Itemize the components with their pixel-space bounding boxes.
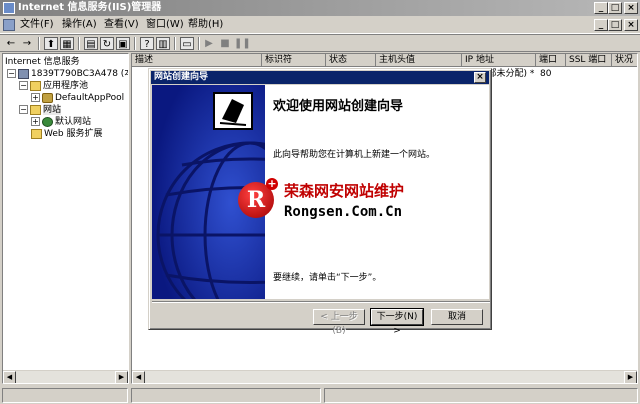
- cancel-button[interactable]: 取消: [431, 309, 483, 325]
- toolbar-separator: [38, 37, 40, 50]
- folder-icon: [30, 80, 41, 91]
- list-hscrollbar[interactable]: ◀ ▶: [132, 370, 637, 383]
- toolbar-separator: [174, 37, 176, 50]
- up-folder-icon[interactable]: ⬆: [44, 37, 58, 50]
- watermark-plus-icon: +: [266, 177, 278, 190]
- toolbar-separator: [198, 37, 200, 50]
- tree-app-pools[interactable]: − 应用程序池: [19, 80, 88, 92]
- collapse-icon[interactable]: −: [7, 69, 16, 78]
- scroll-right-icon[interactable]: ▶: [115, 371, 128, 383]
- refresh-icon[interactable]: ↻: [100, 37, 114, 50]
- child-restore-button[interactable]: □: [608, 19, 622, 31]
- watermark: R + 荣森网安网站维护 Rongsen.Com.Cn: [238, 178, 478, 228]
- menu-window[interactable]: 窗口(W): [146, 18, 184, 32]
- row-port-cell: 80: [540, 69, 552, 79]
- menu-file[interactable]: 文件(F): [20, 18, 54, 32]
- window-title: Internet 信息服务(IIS)管理器: [18, 2, 162, 13]
- collapse-icon[interactable]: −: [19, 105, 28, 114]
- window-titlebar[interactable]: Internet 信息服务(IIS)管理器 _ □ ×: [0, 0, 640, 16]
- col-ssl-port[interactable]: SSL 端口: [566, 54, 612, 67]
- wizard-titlebar[interactable]: 网站创建向导 ×: [151, 71, 489, 84]
- computer-icon: [18, 68, 29, 79]
- col-ip-address[interactable]: IP 地址: [462, 54, 536, 67]
- pause-icon[interactable]: ❚❚: [234, 37, 251, 50]
- tree-web-ext-label: Web 服务扩展: [44, 129, 103, 139]
- scroll-right-icon[interactable]: ▶: [624, 371, 637, 383]
- wizard-separator: [152, 301, 490, 303]
- tree-default-site-label: 默认网站: [55, 117, 92, 127]
- tree-root-label: Internet 信息服务: [5, 57, 80, 67]
- menu-help[interactable]: 帮助(H): [188, 18, 223, 32]
- col-identifier[interactable]: 标识符: [262, 54, 326, 67]
- globe-icon: [42, 116, 53, 127]
- collapse-icon[interactable]: −: [19, 81, 28, 90]
- tree-default-pool[interactable]: + DefaultAppPool: [31, 92, 124, 104]
- status-panel: [324, 388, 638, 403]
- show-tree-icon[interactable]: ▦: [60, 37, 74, 50]
- tree-default-site[interactable]: + 默认网站: [31, 116, 91, 128]
- export-list-icon[interactable]: ▣: [116, 37, 130, 50]
- col-host-header[interactable]: 主机头值: [376, 54, 462, 67]
- watermark-en-text: Rongsen.Com.Cn: [284, 204, 403, 220]
- toolbar-separator: [134, 37, 136, 50]
- tree-websites-label: 网站: [43, 105, 62, 115]
- tree-root[interactable]: Internet 信息服务: [5, 56, 80, 68]
- wizard-heading: 欢迎使用网站创建向导: [273, 99, 404, 114]
- next-button[interactable]: 下一步(N) >: [370, 308, 424, 336]
- iis-app-icon: [3, 2, 15, 14]
- col-state[interactable]: 状态: [326, 54, 376, 67]
- folder-icon: [30, 104, 41, 115]
- stop-icon[interactable]: ■: [218, 37, 232, 50]
- status-panel: [131, 388, 321, 403]
- mdi-child-icon[interactable]: [3, 19, 15, 31]
- wizard-close-button[interactable]: ×: [474, 72, 486, 83]
- status-bar: [0, 386, 640, 404]
- child-close-button[interactable]: ×: [624, 19, 638, 31]
- col-description[interactable]: 描述: [132, 54, 262, 67]
- tree-app-pools-label: 应用程序池: [43, 81, 89, 91]
- tree-websites[interactable]: − 网站: [19, 104, 62, 116]
- forward-arrow-icon[interactable]: →: [20, 37, 34, 50]
- app-pool-icon: [42, 92, 53, 103]
- col-port[interactable]: 端口: [536, 54, 566, 67]
- menu-bar: 文件(F) 操作(A) 查看(V) 窗口(W) 帮助(H) _ □ ×: [0, 16, 640, 34]
- back-arrow-icon[interactable]: ←: [4, 37, 18, 50]
- properties-icon[interactable]: ▤: [84, 37, 98, 50]
- menu-view[interactable]: 查看(V): [104, 18, 139, 32]
- maximize-button[interactable]: □: [608, 2, 622, 14]
- help-icon[interactable]: ?: [140, 37, 154, 50]
- details-view-icon[interactable]: ▥: [156, 37, 170, 50]
- tree-pane[interactable]: Internet 信息服务 −1839T790BC3A478 (本地计 −应用程…: [2, 53, 129, 384]
- child-minimize-button[interactable]: _: [594, 19, 608, 31]
- minimize-button[interactable]: _: [594, 2, 608, 14]
- status-panel: [2, 388, 128, 403]
- wizard-title: 网站创建向导: [154, 72, 209, 82]
- scroll-left-icon[interactable]: ◀: [132, 371, 145, 383]
- toolbar: ← → ⬆ ▦ ▤ ↻ ▣ ? ▥ ▭ ▶ ■ ❚❚: [0, 34, 640, 52]
- wizard-continue-text: 要继续，请单击“下一步”。: [273, 273, 382, 283]
- toolbar-separator: [78, 37, 80, 50]
- scroll-left-icon[interactable]: ◀: [3, 371, 16, 383]
- expand-icon[interactable]: +: [31, 117, 40, 126]
- watermark-cn-text: 荣森网安网站维护: [284, 182, 405, 200]
- tree-web-ext[interactable]: Web 服务扩展: [31, 128, 102, 140]
- play-icon[interactable]: ▶: [202, 37, 216, 50]
- tree-hscrollbar[interactable]: ◀ ▶: [3, 370, 128, 383]
- wizard-description: 此向导帮助您在计算机上新建一个网站。: [273, 150, 436, 160]
- back-button[interactable]: < 上一步(B): [313, 309, 365, 336]
- close-button[interactable]: ×: [624, 2, 638, 14]
- computer-icon[interactable]: ▭: [180, 37, 194, 50]
- folder-icon: [31, 128, 42, 139]
- tree-server[interactable]: − 1839T790BC3A478 (本地计: [7, 68, 128, 80]
- tree-default-pool-label: DefaultAppPool: [55, 93, 125, 103]
- col-status[interactable]: 状况: [612, 54, 637, 67]
- expand-icon[interactable]: +: [31, 93, 40, 102]
- menu-action[interactable]: 操作(A): [62, 18, 97, 32]
- tree-server-label: 1839T790BC3A478 (本地计: [31, 69, 128, 79]
